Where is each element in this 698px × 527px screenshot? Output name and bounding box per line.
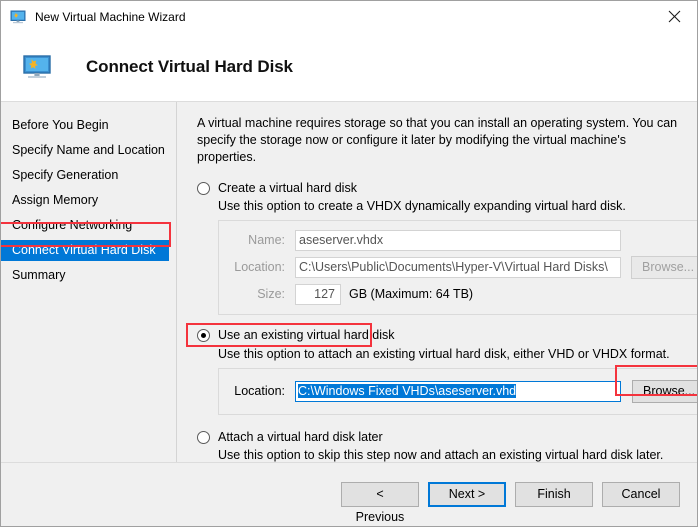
cancel-button[interactable]: Cancel bbox=[602, 482, 680, 507]
radio-description-use-existing: Use this option to attach an existing vi… bbox=[218, 347, 670, 361]
sidebar-item-before-you-begin[interactable]: Before You Begin bbox=[1, 115, 176, 136]
location-label: Location: bbox=[234, 260, 285, 274]
location-field-row: Location: C:\Users\Public\Documents\Hype… bbox=[229, 255, 697, 279]
virtual-machine-icon bbox=[21, 51, 53, 83]
sidebar-item-specify-generation[interactable]: Specify Generation bbox=[1, 165, 176, 186]
radio-description-create: Use this option to create a VHDX dynamic… bbox=[218, 199, 626, 213]
browse-button-create[interactable]: Browse... bbox=[631, 255, 697, 279]
window-title: New Virtual Machine Wizard bbox=[35, 9, 186, 24]
virtual-machine-icon bbox=[10, 9, 26, 25]
name-label: Name: bbox=[248, 233, 285, 247]
page-header: Connect Virtual Hard Disk bbox=[1, 32, 697, 102]
radio-create-virtual-hard-disk[interactable]: Create a virtual hard disk bbox=[197, 180, 697, 196]
page-title: Connect Virtual Hard Disk bbox=[86, 56, 293, 76]
radio-icon-use-existing[interactable] bbox=[197, 329, 210, 342]
radio-icon-attach-later[interactable] bbox=[197, 431, 210, 444]
sidebar-item-summary[interactable]: Summary bbox=[1, 265, 176, 286]
radio-attach-later[interactable]: Attach a virtual hard disk later bbox=[197, 429, 697, 445]
wizard-steps-sidebar: Before You Begin Specify Name and Locati… bbox=[1, 102, 177, 462]
radio-label-attach-later: Attach a virtual hard disk later bbox=[218, 430, 383, 444]
wizard-window: New Virtual Machine Wizard Connect Virtu… bbox=[0, 0, 698, 527]
wizard-content: A virtual machine requires storage so th… bbox=[177, 102, 697, 462]
location-input[interactable]: C:\Users\Public\Documents\Hyper-V\Virtua… bbox=[295, 256, 621, 278]
wizard-footer: < Previous Next > Finish Cancel bbox=[1, 462, 697, 526]
browse-button-existing[interactable]: Browse... bbox=[632, 379, 697, 403]
existing-location-label: Location: bbox=[234, 384, 285, 398]
radio-label-create: Create a virtual hard disk bbox=[218, 181, 357, 195]
size-label: Size: bbox=[257, 287, 285, 301]
size-suffix-text: GB (Maximum: 64 TB) bbox=[349, 287, 474, 301]
previous-button[interactable]: < Previous bbox=[341, 482, 419, 524]
existing-location-input[interactable]: C:\Windows Fixed VHDs\aseserver.vhd bbox=[295, 380, 621, 402]
radio-use-existing-virtual-hard-disk[interactable]: Use an existing virtual hard disk bbox=[186, 323, 697, 347]
radio-description-attach-later: Use this option to skip this step now an… bbox=[218, 448, 664, 462]
sidebar-item-assign-memory[interactable]: Assign Memory bbox=[1, 190, 176, 211]
size-input[interactable]: 127 bbox=[295, 283, 341, 305]
next-button[interactable]: Next > bbox=[428, 482, 506, 507]
name-input[interactable]: aseserver.vhdx bbox=[295, 229, 621, 251]
wizard-body: Before You Begin Specify Name and Locati… bbox=[1, 102, 697, 462]
close-icon[interactable] bbox=[651, 1, 697, 32]
title-bar: New Virtual Machine Wizard bbox=[1, 1, 697, 32]
name-field-row: Name: aseserver.vhdx bbox=[229, 229, 697, 251]
size-field-row: Size: 127 GB (Maximum: 64 TB) bbox=[229, 283, 697, 305]
existing-disk-group: Location: C:\Windows Fixed VHDs\aseserve… bbox=[218, 365, 697, 415]
radio-icon-create[interactable] bbox=[197, 182, 210, 195]
sidebar-item-configure-networking[interactable]: Configure Networking bbox=[1, 215, 176, 236]
create-disk-group: Name: aseserver.vhdx Location: C:\Users\… bbox=[218, 220, 697, 315]
sidebar-item-specify-name-and-location[interactable]: Specify Name and Location bbox=[1, 140, 176, 161]
intro-text: A virtual machine requires storage so th… bbox=[197, 116, 678, 164]
radio-label-use-existing: Use an existing virtual hard disk bbox=[218, 328, 395, 342]
existing-location-field-row: Location: C:\Windows Fixed VHDs\aseserve… bbox=[229, 365, 697, 403]
finish-button[interactable]: Finish bbox=[515, 482, 593, 507]
sidebar-item-connect-virtual-hard-disk[interactable]: Connect Virtual Hard Disk bbox=[1, 240, 169, 261]
